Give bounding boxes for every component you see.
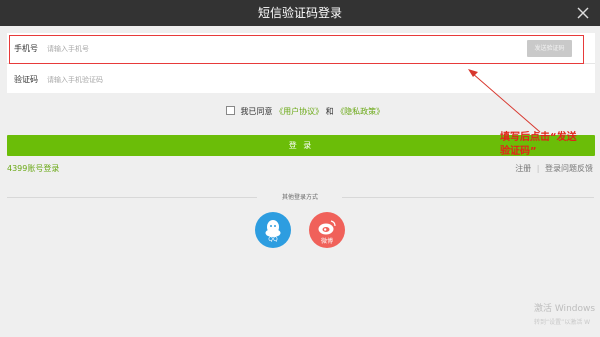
windows-activation-watermark: 激活 Windows xyxy=(534,304,596,314)
title-bar: 短信验证码登录 xyxy=(0,0,600,26)
close-icon xyxy=(577,7,589,19)
close-button[interactable] xyxy=(574,4,592,22)
qq-label: QQ xyxy=(268,236,278,243)
window-title: 短信验证码登录 xyxy=(257,6,342,20)
annotation-text: 填写后点击“发送 验证码” xyxy=(500,131,595,159)
link-separator: | xyxy=(536,164,540,173)
weibo-login-button[interactable]: 微博 xyxy=(309,212,345,248)
agree-checkbox[interactable] xyxy=(226,106,235,115)
register-link[interactable]: 注册 xyxy=(515,164,531,173)
highlight-box xyxy=(9,35,584,64)
qq-login-button[interactable]: QQ xyxy=(255,212,291,248)
annotation-line1: 填写后点击“发送 xyxy=(500,132,577,143)
privacy-policy-link[interactable]: 《隐私政策》 xyxy=(336,107,384,116)
user-agreement-link[interactable]: 《用户协议》 xyxy=(275,107,323,116)
code-label: 验证码 xyxy=(14,75,38,84)
agree-prefix: 我已同意 xyxy=(240,107,273,116)
annotation-line2: 验证码” xyxy=(500,146,537,157)
agreement: 我已同意 《用户协议》 和 《隐私政策》 xyxy=(226,106,384,118)
agree-and: 和 xyxy=(325,107,334,116)
feedback-link[interactable]: 登录问题反馈 xyxy=(545,164,593,173)
windows-activation-subtext: 转到“设置”以激活 W xyxy=(534,319,591,326)
code-input[interactable]: 请输入手机验证码 xyxy=(47,75,103,85)
other-login-title: 其他登录方式 xyxy=(281,194,318,201)
right-links: 注册 | 登录问题反馈 xyxy=(515,163,593,174)
weibo-label: 微博 xyxy=(320,238,333,245)
account-login-link[interactable]: 4399账号登录 xyxy=(7,163,59,174)
